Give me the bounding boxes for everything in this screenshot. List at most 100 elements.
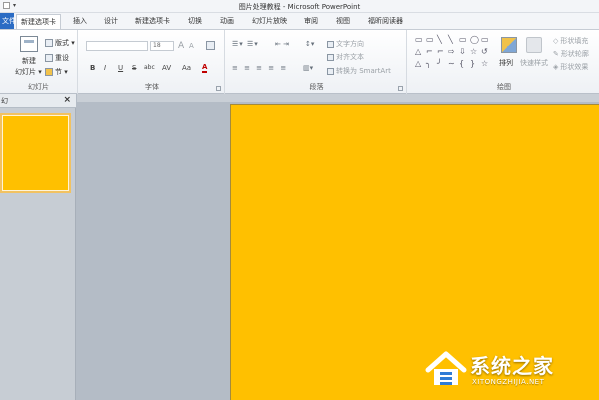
font-color-button[interactable]: A xyxy=(202,63,208,73)
tab-slideshow[interactable]: 幻灯片放映 xyxy=(252,16,287,26)
window-title: 图片处理教程 - Microsoft PowerPoint xyxy=(238,3,361,11)
layout-icon xyxy=(45,39,53,47)
font-size-combo[interactable]: 18 xyxy=(150,41,174,51)
new-slide-icon[interactable] xyxy=(20,36,38,52)
shape-item[interactable]: △ xyxy=(415,47,426,57)
shape-fill-button[interactable]: ◇ 形状填充 xyxy=(553,36,588,46)
tab-file[interactable]: 文件 xyxy=(0,13,16,29)
paragraph-dialog-launcher-icon[interactable] xyxy=(398,86,403,91)
shapes-gallery[interactable]: ▭ ▭ ╲ ╲ ▭ ◯ ▭ △ ⌐ ⌐ ⇨ ⇩ ☆ ↺ △ ╮ ╯ ∼ { } … xyxy=(415,35,493,69)
font-group-label: 字体 xyxy=(145,83,159,91)
drawing-group-label: 绘图 xyxy=(497,83,511,91)
character-spacing-button[interactable]: AV xyxy=(162,64,171,72)
shape-item[interactable]: △ xyxy=(415,59,426,69)
arrange-icon[interactable] xyxy=(501,37,517,53)
text-shadow-button[interactable]: abc xyxy=(144,64,155,71)
slide-thumbnail-selected[interactable] xyxy=(0,113,71,193)
tab-insert[interactable]: 插入 xyxy=(73,16,87,26)
line-spacing-icon[interactable]: ↕▾ xyxy=(305,40,314,48)
shape-item[interactable]: } xyxy=(470,59,481,69)
shape-item[interactable]: ☆ xyxy=(470,47,481,57)
shape-item[interactable]: ⇨ xyxy=(448,47,459,57)
shape-effects-button[interactable]: ◈ 形状效果 xyxy=(553,62,588,72)
shape-outline-button[interactable]: ✎ 形状轮廓 xyxy=(553,49,589,59)
tab-design[interactable]: 设计 xyxy=(104,16,118,26)
tab-review[interactable]: 审阅 xyxy=(304,16,318,26)
slides-pane-header: 幻 × xyxy=(0,94,76,108)
text-direction-button[interactable]: 文字方向 xyxy=(327,39,364,49)
slides-group: 新建 幻灯片 ▾ 版式 ▾ 重设 节 ▾ 幻灯片 xyxy=(0,30,78,94)
text-direction-icon xyxy=(327,40,334,48)
indent-icons[interactable]: ⇤ ⇥ xyxy=(275,40,289,48)
shape-item[interactable]: ╮ xyxy=(426,59,437,69)
font-group: 18 A A B I U S abc AV Aa A 字体 xyxy=(80,30,225,94)
align-text-button[interactable]: 对齐文本 xyxy=(327,52,364,62)
shape-item[interactable]: ⌐ xyxy=(426,47,437,57)
tab-animations[interactable]: 动画 xyxy=(220,16,234,26)
slides-pane: 幻 × xyxy=(0,94,76,400)
slide-thumbnail xyxy=(3,116,68,190)
close-icon[interactable]: × xyxy=(63,95,71,105)
paint-bucket-icon: ◇ xyxy=(553,37,559,45)
clear-format-icon[interactable] xyxy=(206,41,215,52)
ribbon: 新建 幻灯片 ▾ 版式 ▾ 重设 节 ▾ 幻灯片 18 A A B I U S … xyxy=(0,29,599,94)
watermark: 系统之家 XITONGZHIJIA.NET xyxy=(424,348,596,396)
shape-item[interactable]: ╲ xyxy=(448,35,459,45)
strikethrough-button[interactable]: S xyxy=(132,64,136,72)
tab-new-1[interactable]: 新建选项卡 xyxy=(16,14,61,29)
shape-item[interactable]: { xyxy=(459,59,470,69)
tab-transitions[interactable]: 切换 xyxy=(188,16,202,26)
tab-foxit-reader[interactable]: 福昕阅读器 xyxy=(368,16,403,26)
shrink-font-button[interactable]: A xyxy=(189,42,194,50)
align-text-icon xyxy=(327,53,334,61)
change-case-button[interactable]: Aa xyxy=(182,64,191,72)
paragraph-group: ☰▾ ☰▾ ⇤ ⇥ ↕▾ 文字方向 ≡ ≡ ≡ ≡ ≡ ▥▾ 对齐文本 转换为 … xyxy=(227,30,407,94)
shape-item[interactable]: ☆ xyxy=(481,59,492,69)
font-name-combo[interactable] xyxy=(86,41,148,51)
shape-item[interactable]: ↺ xyxy=(481,47,492,57)
tab-view[interactable]: 视图 xyxy=(336,16,350,26)
shape-item[interactable]: ⇩ xyxy=(459,47,470,57)
shape-item[interactable]: ▭ xyxy=(481,35,492,45)
shape-item[interactable]: ╲ xyxy=(437,35,448,45)
section-icon xyxy=(45,68,53,76)
alignment-icons[interactable]: ≡ ≡ ≡ ≡ ≡ xyxy=(232,64,288,72)
watermark-url: XITONGZHIJIA.NET xyxy=(472,378,545,386)
paragraph-group-label: 段落 xyxy=(309,83,324,91)
grow-font-button[interactable]: A xyxy=(178,41,184,51)
italic-button[interactable]: I xyxy=(104,64,106,72)
reset-button[interactable]: 重设 xyxy=(45,53,69,63)
convert-smartart-button[interactable]: 转换为 SmartArt xyxy=(327,66,391,76)
quick-styles-icon[interactable] xyxy=(526,37,542,53)
title-bar: ▾ 图片处理教程 - Microsoft PowerPoint xyxy=(0,0,599,13)
bold-button[interactable]: B xyxy=(90,64,95,72)
effects-icon: ◈ xyxy=(553,63,559,71)
smartart-icon xyxy=(327,67,334,75)
editor-top-strip xyxy=(77,94,599,102)
section-button[interactable]: 节 ▾ xyxy=(45,67,68,77)
tab-new-2[interactable]: 新建选项卡 xyxy=(135,16,170,26)
shape-item[interactable]: ⌐ xyxy=(437,47,448,57)
shape-item[interactable]: ▭ xyxy=(459,35,470,45)
shape-item[interactable]: ╯ xyxy=(437,59,448,69)
bullets-icon[interactable]: ☰▾ ☰▾ xyxy=(232,40,259,48)
underline-button[interactable]: U xyxy=(118,64,123,72)
reset-icon xyxy=(45,54,53,62)
ribbon-tabs: 文件 新建选项卡 插入 设计 新建选项卡 切换 动画 幻灯片放映 审阅 视图 福… xyxy=(0,13,599,29)
shape-item[interactable]: ◯ xyxy=(470,35,481,45)
new-slide-dropdown[interactable]: 幻灯片 ▾ xyxy=(15,67,42,77)
quick-styles-button[interactable]: 快速样式 xyxy=(520,58,548,68)
shape-item[interactable]: ▭ xyxy=(426,35,437,45)
watermark-brand: 系统之家 xyxy=(470,354,554,378)
font-dialog-launcher-icon[interactable] xyxy=(216,86,221,91)
slides-group-label: 幻灯片 xyxy=(28,83,49,91)
layout-button[interactable]: 版式 ▾ xyxy=(45,38,75,48)
pen-icon: ✎ xyxy=(553,50,559,58)
drawing-group: ▭ ▭ ╲ ╲ ▭ ◯ ▭ △ ⌐ ⌐ ⇨ ⇩ ☆ ↺ △ ╮ ╯ ∼ { } … xyxy=(409,30,599,94)
shape-item[interactable]: ▭ xyxy=(415,35,426,45)
new-slide-button[interactable]: 新建 xyxy=(22,56,36,66)
shape-item[interactable]: ∼ xyxy=(448,59,459,69)
slides-pane-tab[interactable]: 幻 xyxy=(0,96,8,106)
columns-icon[interactable]: ▥▾ xyxy=(303,64,313,72)
arrange-button[interactable]: 排列 xyxy=(499,58,513,68)
